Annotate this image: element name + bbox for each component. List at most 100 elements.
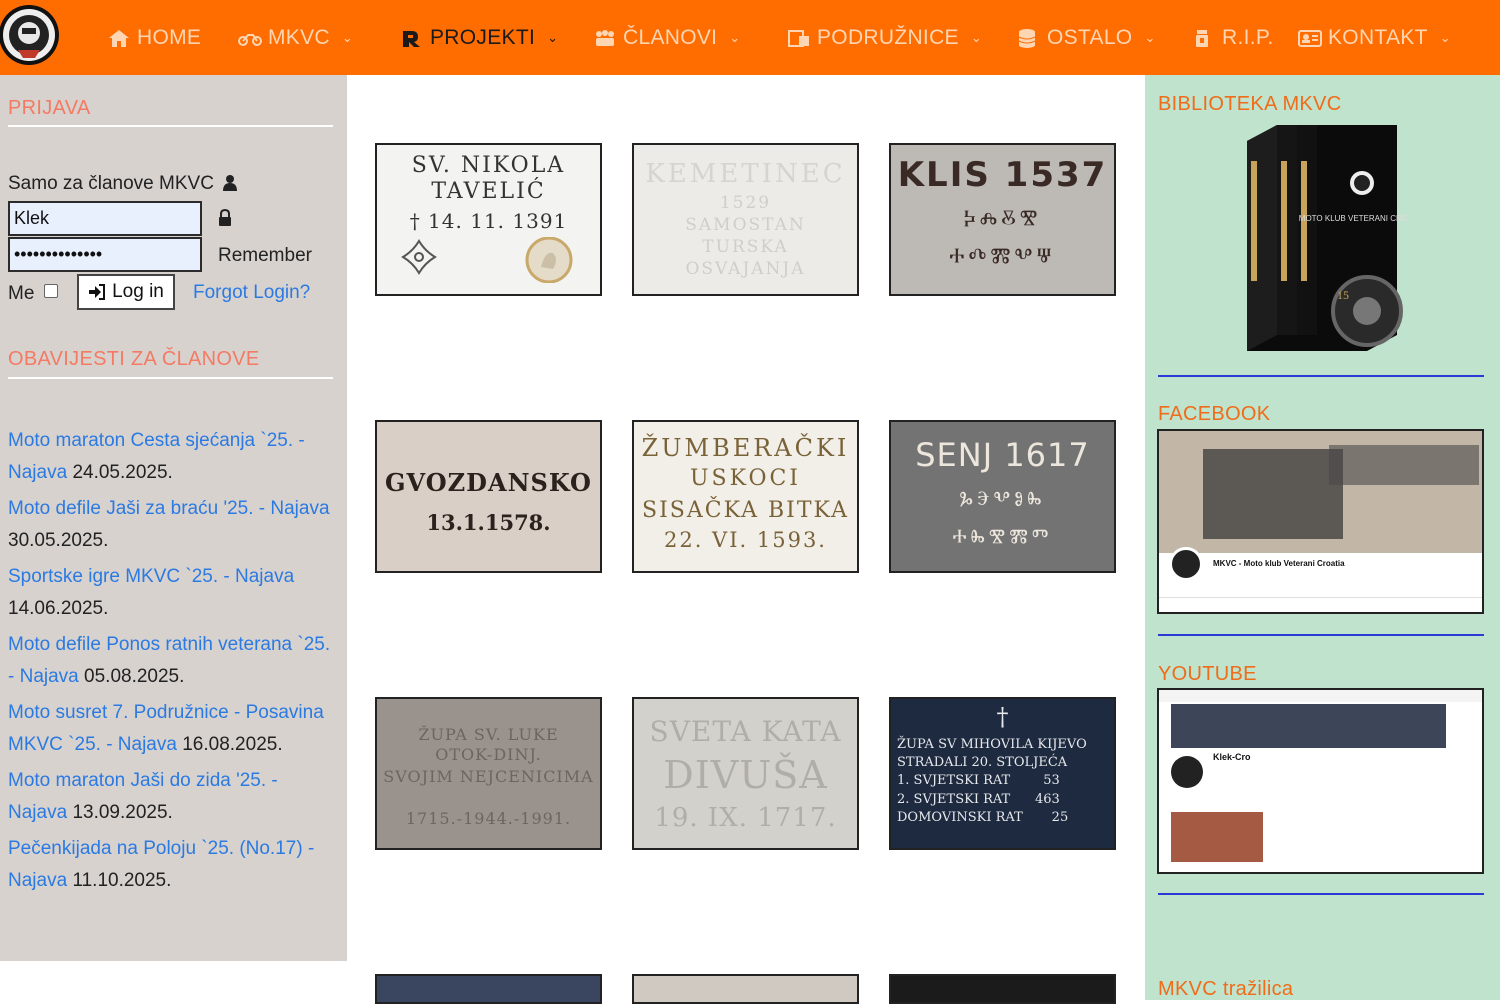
username-input[interactable] [8, 201, 202, 236]
tile-line: KEMETINEC [645, 159, 846, 189]
nav-kontakt[interactable]: KONTAKT ⌄ [1298, 0, 1451, 75]
forgot-login-link[interactable]: Forgot Login? [193, 282, 310, 304]
chevron-down-icon: ⌄ [729, 29, 741, 45]
library-book-set[interactable]: MOTO KLUB VETERANI CROATIA 15 [1237, 121, 1407, 357]
fb-page-name: MKVC - Moto klub Veterani Croatia [1213, 559, 1345, 568]
nav-home[interactable]: HOME [107, 0, 201, 75]
yt-channel-name: Klek-Cro [1213, 752, 1251, 762]
project-tile-kemetinec[interactable]: KEMETINEC 1529 SAMOSTAN TURSKA OSVAJANJA [632, 143, 859, 296]
project-tile-senj[interactable]: SENJ 1617 ⰳⰵⰲⱁⰸ ⰰⰸⰺⰿⱅ [889, 420, 1116, 573]
top-nav: HOME MKVC ⌄ PROJEKTI ⌄ ČLANOVI ⌄ PODRUŽN… [0, 0, 1500, 75]
nav-home-label: HOME [137, 25, 202, 49]
lock-icon [219, 209, 231, 226]
road-icon [403, 30, 420, 47]
project-tile-nikola-tavelic[interactable]: SV. NIKOLA TAVELIĆ † 14. 11. 1391 [375, 143, 602, 296]
nav-kontakt-label: KONTAKT [1328, 25, 1428, 49]
nav-mkvc[interactable]: MKVC ⌄ [238, 0, 353, 75]
tile-line: 19. IX. 1717. [654, 803, 837, 833]
news-item: Moto maraton Jaši do zida '25. - Najava … [8, 765, 338, 829]
tile-line: 2. SVJETSKI RAT 463 [897, 792, 1060, 807]
tile-line: TURSKA [702, 237, 789, 257]
password-input[interactable] [8, 237, 202, 272]
cross-ornament-icon [401, 239, 437, 275]
tile-line: ŽUMBERAČKI [641, 434, 850, 462]
tile-line: ⰰⰸⰺⰿⱅ [952, 524, 1053, 554]
tile-line: SAMOSTAN [685, 215, 806, 235]
news-item: Moto maraton Cesta sjećanja `25. - Najav… [8, 425, 338, 489]
news-date: 16.08.2025. [182, 734, 283, 755]
members-only-label: Samo za članove MKVC [8, 173, 238, 195]
yt-banner [1171, 704, 1446, 748]
project-tile-zumberacki-uskoci[interactable]: ŽUMBERAČKI USKOCI SISAČKA BITKA 22. VI. … [632, 420, 859, 573]
tile-line: † 14. 11. 1391 [409, 209, 568, 233]
news-date: 24.05.2025. [72, 462, 173, 483]
news-item: Moto defile Jaši za braću '25. - Najava … [8, 493, 338, 557]
tile-line: 22. VI. 1593. [663, 528, 827, 552]
divider [1158, 375, 1484, 377]
divider [8, 125, 333, 127]
sign-in-icon [89, 284, 106, 300]
login-button-label: Log in [112, 281, 164, 302]
library-title: BIBLIOTEKA MKVC [1158, 93, 1342, 115]
tile-line: SVETA KATA [649, 715, 842, 748]
chevron-down-icon: ⌄ [341, 29, 354, 45]
project-tile-zupa-sv-luke[interactable]: ŽUPA SV. LUKE OTOK-DINJ. SVOJIM NEJCENIC… [375, 697, 602, 850]
remember-label: Remember [218, 245, 312, 266]
tile-line: USKOCI [689, 466, 802, 491]
divider [1159, 597, 1482, 598]
facebook-page-preview[interactable]: MKVC - Moto klub Veterani Croatia [1157, 429, 1484, 614]
building-icon [788, 29, 809, 47]
tile-line: GVOZDANSKO [385, 468, 592, 497]
tile-line: † [996, 703, 1009, 731]
login-button[interactable]: Log in [77, 274, 175, 310]
news-link[interactable]: Sportske igre MKVC `25. - Najava [8, 566, 294, 587]
video-thumbnail [1171, 812, 1263, 862]
news-date: 30.05.2025. [8, 530, 109, 551]
tile-line: DOMOVINSKI RAT 25 [897, 810, 1069, 825]
nav-clanovi[interactable]: ČLANOVI ⌄ [593, 0, 741, 75]
crowd-shape [1329, 445, 1479, 485]
remember-me-checkbox[interactable] [44, 284, 58, 298]
news-date: 05.08.2025. [84, 666, 185, 687]
club-logo[interactable] [0, 0, 62, 74]
project-tile-zupa-sv-mihovila[interactable]: † ŽUPA SV MIHOVILA KIJEVO STRADALI 20. S… [889, 697, 1116, 850]
project-tile-klis[interactable]: KLIS 1537 ⰽⰾⰻⰺ ⰰⰴⰿⰲⱋ [889, 143, 1116, 296]
tile-line: ⰳⰵⰲⱁⰸ [959, 486, 1046, 516]
project-tile-sveta-kata-divusa[interactable]: SVETA KATA DIVUŠA 19. IX. 1717. [632, 697, 859, 850]
nav-clanovi-label: ČLANOVI [623, 25, 718, 49]
news-link[interactable]: Moto defile Jaši za braću '25. - Najava [8, 498, 330, 519]
news-title: OBAVIJESTI ZA ČLANOVE [8, 348, 260, 370]
news-item: Sportske igre MKVC `25. - Najava 14.06.2… [8, 561, 338, 625]
tile-line: 1715.-1944.-1991. [405, 809, 572, 828]
nav-rip-label: R.I.P. [1222, 25, 1274, 49]
nav-projekti[interactable]: PROJEKTI ⌄ [400, 0, 558, 75]
news-date: 11.10.2025. [72, 870, 172, 891]
remember-me-label: Me [8, 283, 35, 304]
news-date: 13.09.2025. [72, 802, 173, 823]
candle-icon [1196, 29, 1208, 47]
divider [1158, 893, 1484, 895]
youtube-channel-preview[interactable]: Klek-Cro [1157, 688, 1484, 874]
nav-ostalo-label: OSTALO [1047, 25, 1133, 49]
project-tile-gvozdansko[interactable]: GVOZDANSKO 13.1.1578. [375, 420, 602, 573]
tile-line: SISAČKA BITKA [642, 498, 849, 523]
news-item: Moto defile Ponos ratnih veterana `25. -… [8, 629, 338, 693]
login-title: PRIJAVA [8, 97, 91, 119]
tile-line: TAVELIĆ [431, 179, 546, 204]
left-sidebar: PRIJAVA Samo za članove MKVC Remember Me… [0, 75, 347, 961]
nav-ostalo[interactable]: OSTALO ⌄ [1017, 0, 1156, 75]
book-spine-text: MOTO KLUB VETERANI CROATIA [1299, 214, 1407, 223]
nav-rip[interactable]: R.I.P. [1192, 0, 1274, 75]
yt-header [1159, 690, 1482, 702]
contact-card-icon [1298, 29, 1322, 47]
tile-line: SENJ 1617 [915, 436, 1090, 474]
tile-line: OSVAJANJA [685, 259, 806, 279]
book-years-text: 15 [1337, 288, 1349, 302]
divider [8, 377, 333, 379]
users-icon [596, 29, 614, 46]
chevron-down-icon: ⌄ [1439, 29, 1451, 45]
tile-line: 1. SVJETSKI RAT 53 [897, 773, 1060, 788]
channel-avatar [1171, 756, 1203, 788]
nav-podruznice[interactable]: PODRUŽNICE ⌄ [787, 0, 982, 75]
user-icon [223, 175, 238, 191]
